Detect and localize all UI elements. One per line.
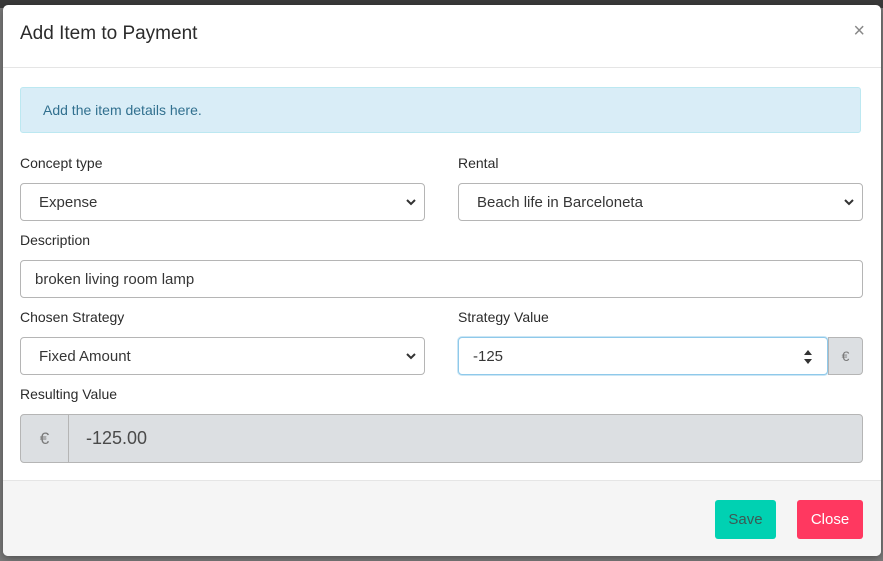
description-label: Description <box>20 232 91 248</box>
save-button[interactable]: Save <box>715 500 776 539</box>
concept-type-value: Expense <box>39 194 98 211</box>
strategy-value-input[interactable]: -125 <box>458 337 828 375</box>
spinner-arrows-icon[interactable] <box>803 349 813 365</box>
rental-label: Rental <box>458 155 499 171</box>
modal-footer: Save Close <box>3 480 881 556</box>
chosen-strategy-label: Chosen Strategy <box>20 309 125 325</box>
rental-value: Beach life in Barceloneta <box>477 194 643 211</box>
add-item-modal: Add Item to Payment × Add the item detai… <box>3 5 881 556</box>
rental-select[interactable]: Beach life in Barceloneta <box>458 183 863 221</box>
modal-title: Add Item to Payment <box>20 23 198 44</box>
chevron-down-icon <box>844 199 854 206</box>
strategy-value-value: -125 <box>473 348 504 365</box>
chosen-strategy-select[interactable]: Fixed Amount <box>20 337 425 375</box>
strategy-value-label: Strategy Value <box>458 309 549 325</box>
description-value: broken living room lamp <box>35 271 195 288</box>
strategy-currency-addon: € <box>828 337 863 375</box>
info-notice-text: Add the item details here. <box>43 102 202 118</box>
modal-header: Add Item to Payment × <box>3 5 881 68</box>
close-button[interactable]: Close <box>797 500 863 539</box>
resulting-value: -125.00 <box>86 428 148 448</box>
chevron-down-icon <box>406 199 416 206</box>
close-icon[interactable]: × <box>853 21 865 41</box>
chosen-strategy-value: Fixed Amount <box>39 348 131 365</box>
result-currency-addon: € <box>21 415 69 462</box>
chevron-down-icon <box>406 353 416 360</box>
resulting-value-label: Resulting Value <box>20 386 118 402</box>
concept-type-select[interactable]: Expense <box>20 183 425 221</box>
resulting-value-field: € -125.00 <box>20 414 863 463</box>
info-notice: Add the item details here. <box>20 87 861 133</box>
concept-type-label: Concept type <box>20 155 103 171</box>
description-input[interactable]: broken living room lamp <box>20 260 863 298</box>
